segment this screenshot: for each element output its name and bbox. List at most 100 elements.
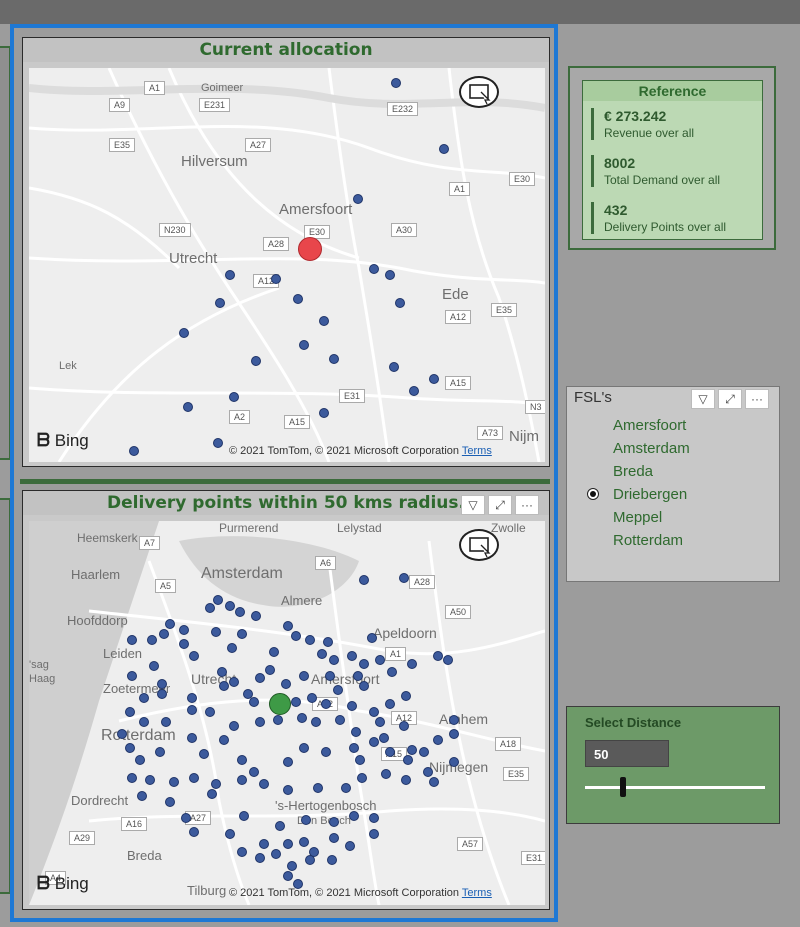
delivery-point-marker[interactable] <box>355 755 365 765</box>
delivery-point-marker[interactable] <box>387 667 397 677</box>
delivery-point-marker[interactable] <box>419 747 429 757</box>
delivery-point-marker[interactable] <box>325 671 335 681</box>
delivery-point-marker[interactable] <box>213 438 223 448</box>
delivery-point-marker[interactable] <box>287 861 297 871</box>
delivery-point-marker[interactable] <box>283 839 293 849</box>
delivery-point-marker[interactable] <box>229 721 239 731</box>
delivery-points-visual[interactable]: Delivery points within 50 kms radius. ▽ … <box>22 490 550 910</box>
delivery-point-marker[interactable] <box>353 194 363 204</box>
delivery-point-marker[interactable] <box>137 791 147 801</box>
delivery-point-marker[interactable] <box>429 374 439 384</box>
delivery-point-marker[interactable] <box>207 789 217 799</box>
delivery-point-marker[interactable] <box>357 773 367 783</box>
focus-mode-icon[interactable]: ⤢ <box>488 495 512 515</box>
delivery-point-marker[interactable] <box>369 829 379 839</box>
delivery-point-marker[interactable] <box>439 144 449 154</box>
delivery-point-marker[interactable] <box>149 661 159 671</box>
delivery-point-marker[interactable] <box>273 715 283 725</box>
delivery-point-marker[interactable] <box>259 839 269 849</box>
delivery-point-marker[interactable] <box>369 813 379 823</box>
delivery-point-marker[interactable] <box>351 727 361 737</box>
delivery-point-marker[interactable] <box>237 755 247 765</box>
delivery-point-marker[interactable] <box>313 783 323 793</box>
delivery-point-marker[interactable] <box>225 601 235 611</box>
delivery-point-marker[interactable] <box>311 717 321 727</box>
delivery-point-marker[interactable] <box>399 721 409 731</box>
terms-link[interactable]: Terms <box>462 887 492 899</box>
delivery-point-marker[interactable] <box>327 855 337 865</box>
delivery-point-marker[interactable] <box>165 797 175 807</box>
delivery-point-marker[interactable] <box>423 767 433 777</box>
delivery-point-marker[interactable] <box>259 779 269 789</box>
delivery-point-marker[interactable] <box>127 635 137 645</box>
delivery-point-marker[interactable] <box>329 655 339 665</box>
delivery-point-marker[interactable] <box>283 871 293 881</box>
delivery-points-map[interactable]: Purmerend Lelystad Heemskerk Haarlem Ams… <box>29 521 545 905</box>
delivery-point-marker[interactable] <box>251 356 261 366</box>
focus-view-icon[interactable] <box>459 529 499 561</box>
delivery-point-marker[interactable] <box>161 717 171 727</box>
terms-link[interactable]: Terms <box>462 445 492 457</box>
delivery-point-marker[interactable] <box>255 717 265 727</box>
fsl-option[interactable]: Amsterdam <box>613 440 690 457</box>
focus-view-icon[interactable] <box>459 76 499 108</box>
delivery-point-marker[interactable] <box>187 693 197 703</box>
delivery-point-marker[interactable] <box>169 777 179 787</box>
delivery-point-marker[interactable] <box>219 681 229 691</box>
delivery-point-marker[interactable] <box>389 362 399 372</box>
delivery-point-marker[interactable] <box>181 813 191 823</box>
delivery-point-marker[interactable] <box>251 611 261 621</box>
delivery-point-marker[interactable] <box>323 637 333 647</box>
delivery-point-marker[interactable] <box>345 841 355 851</box>
fsl-option[interactable]: Driebergen <box>613 486 687 503</box>
delivery-point-marker[interactable] <box>399 573 409 583</box>
delivery-point-marker[interactable] <box>139 717 149 727</box>
delivery-point-marker[interactable] <box>249 697 259 707</box>
delivery-point-marker[interactable] <box>179 625 189 635</box>
delivery-point-marker[interactable] <box>369 737 379 747</box>
delivery-point-marker[interactable] <box>347 651 357 661</box>
delivery-point-marker[interactable] <box>307 693 317 703</box>
delivery-point-marker[interactable] <box>329 833 339 843</box>
filter-icon[interactable]: ▽ <box>691 389 715 409</box>
delivery-point-marker[interactable] <box>299 671 309 681</box>
delivery-point-marker[interactable] <box>385 270 395 280</box>
delivery-point-marker[interactable] <box>129 446 139 456</box>
delivery-point-marker[interactable] <box>283 621 293 631</box>
delivery-point-marker[interactable] <box>187 733 197 743</box>
delivery-point-marker[interactable] <box>283 785 293 795</box>
delivery-point-marker[interactable] <box>183 402 193 412</box>
delivery-point-marker[interactable] <box>283 757 293 767</box>
delivery-point-marker[interactable] <box>401 775 411 785</box>
more-options-icon[interactable]: ··· <box>515 495 539 515</box>
delivery-point-marker[interactable] <box>395 298 405 308</box>
delivery-point-marker[interactable] <box>341 783 351 793</box>
delivery-point-marker[interactable] <box>237 629 247 639</box>
delivery-point-marker[interactable] <box>235 607 245 617</box>
delivery-point-marker[interactable] <box>125 743 135 753</box>
focus-mode-icon[interactable]: ⤢ <box>718 389 742 409</box>
delivery-point-marker[interactable] <box>293 294 303 304</box>
delivery-point-marker[interactable] <box>159 629 169 639</box>
delivery-point-marker[interactable] <box>317 649 327 659</box>
delivery-point-marker[interactable] <box>147 635 157 645</box>
delivery-point-marker[interactable] <box>449 715 459 725</box>
delivery-point-marker[interactable] <box>379 733 389 743</box>
delivery-point-marker[interactable] <box>367 633 377 643</box>
delivery-point-marker[interactable] <box>205 603 215 613</box>
delivery-point-marker[interactable] <box>227 643 237 653</box>
delivery-point-marker[interactable] <box>127 671 137 681</box>
delivery-point-marker[interactable] <box>237 847 247 857</box>
delivery-point-marker[interactable] <box>217 667 227 677</box>
fsl-option[interactable]: Rotterdam <box>613 532 683 549</box>
delivery-point-marker[interactable] <box>237 775 247 785</box>
delivery-point-marker[interactable] <box>329 817 339 827</box>
delivery-point-marker[interactable] <box>205 707 215 717</box>
delivery-point-marker[interactable] <box>229 392 239 402</box>
fsl-slicer[interactable]: FSL's ▽ ⤢ ··· Amersfoort Amsterdam Breda… <box>566 386 780 582</box>
fsl-radio-selected[interactable] <box>587 488 599 500</box>
delivery-point-marker[interactable] <box>353 671 363 681</box>
delivery-point-marker[interactable] <box>215 298 225 308</box>
more-options-icon[interactable]: ··· <box>745 389 769 409</box>
delivery-point-marker[interactable] <box>375 717 385 727</box>
